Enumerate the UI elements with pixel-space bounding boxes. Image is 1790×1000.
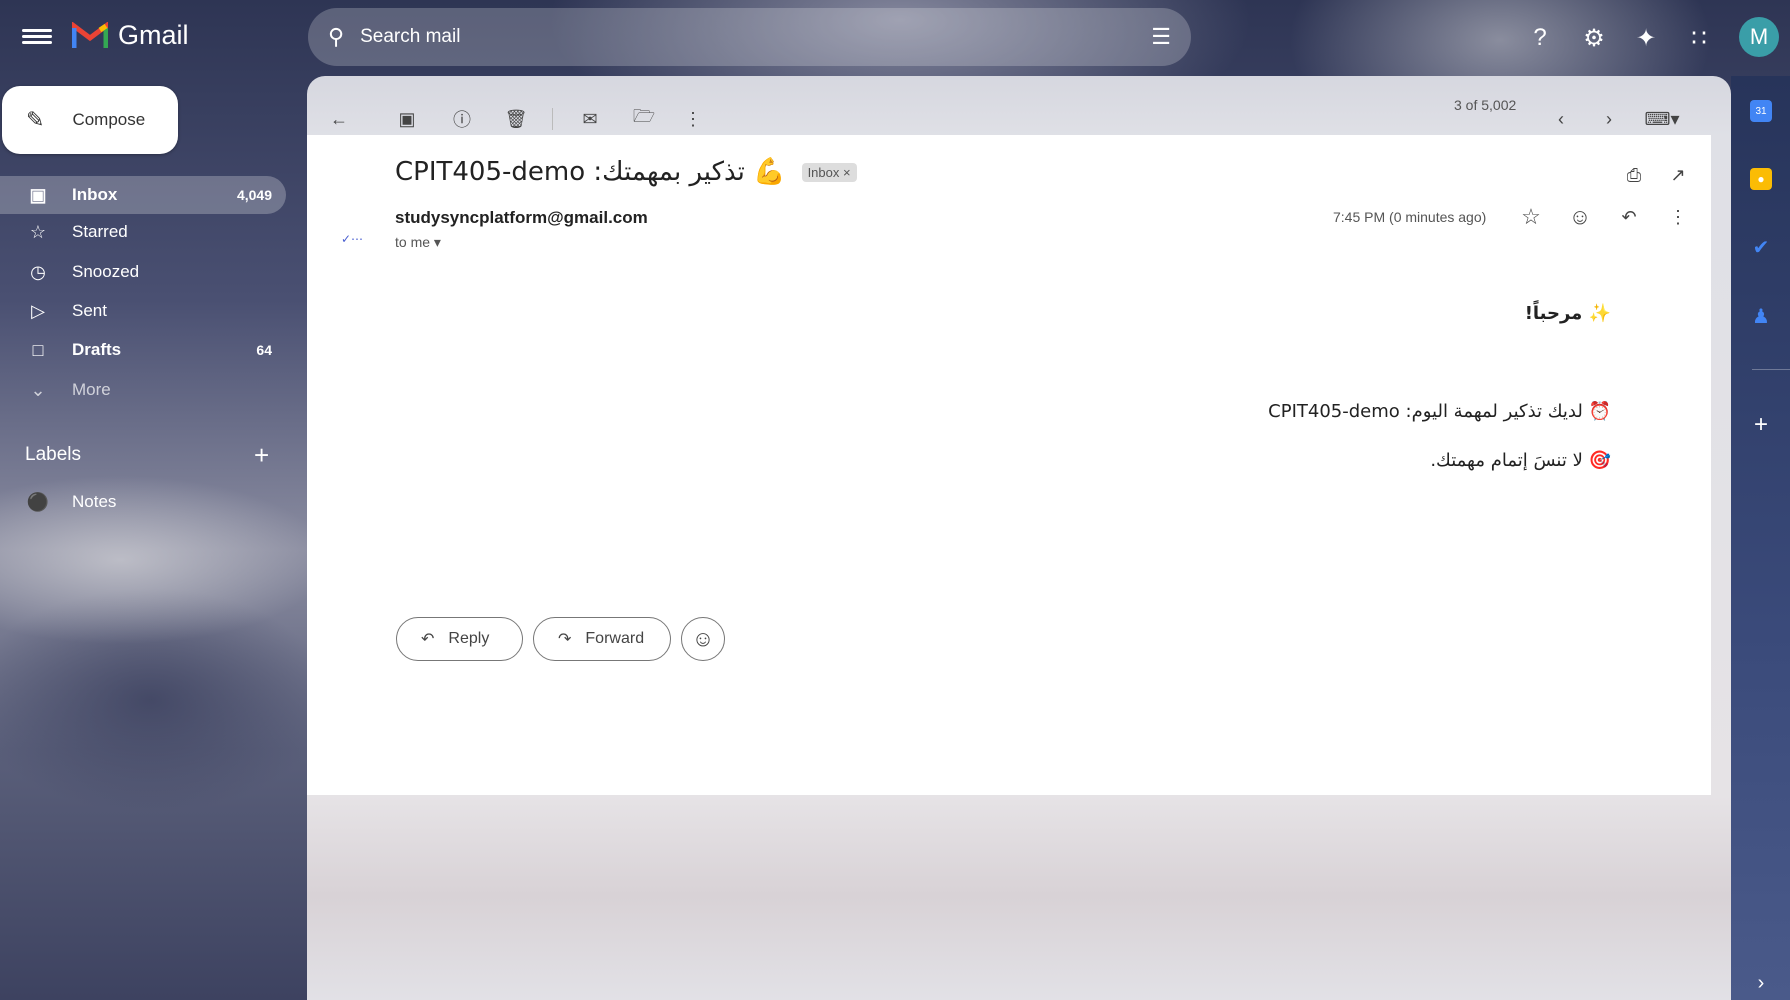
tasks-icon[interactable]: ✔ <box>1750 236 1772 259</box>
settings-gear-icon[interactable]: ⚙ <box>1578 22 1610 54</box>
sender-email[interactable]: studysyncplatform@gmail.com <box>395 208 648 228</box>
label-tag-icon: ⚫ <box>26 491 50 512</box>
email-subject: CPIT405-demo :تذكير بمهمتك 💪 <box>395 157 786 187</box>
nav-count: 4,049 <box>236 187 272 203</box>
nav-label: Sent <box>72 301 107 320</box>
show-side-panel-chevron-icon[interactable]: › <box>1750 972 1772 994</box>
emoji-reaction-button[interactable]: ☺ <box>681 617 725 661</box>
open-in-new-window-icon[interactable]: ↗ <box>1664 161 1692 189</box>
nav-label: Starred <box>72 222 128 241</box>
back-arrow-icon[interactable]: ← <box>325 105 353 133</box>
sidebar-item-inbox[interactable]: ▣ Inbox 4,049 <box>0 176 286 214</box>
chevron-down-icon: ⌄ <box>30 379 46 400</box>
body-dont-forget-line: 🎯 لا تنسَ إتمام مهمتك. <box>1430 450 1611 471</box>
main-menu-button[interactable] <box>22 26 52 48</box>
side-panel <box>1731 76 1790 1000</box>
sidebar-item-starred[interactable]: ☆ Starred <box>0 213 286 251</box>
draft-icon: □ <box>32 339 44 360</box>
sidebar-item-snoozed[interactable]: ◷ Snoozed <box>0 253 286 291</box>
delete-icon[interactable]: 🗑 <box>502 105 530 133</box>
reply-arrow-icon: ↶ <box>421 631 435 648</box>
search-bar[interactable]: ⚲ Search mail ☰ <box>308 8 1191 66</box>
toolbar-divider <box>552 108 553 130</box>
recipient-text: to me <box>395 234 431 250</box>
nav-label: Inbox <box>72 185 118 204</box>
labels-heading: Labels <box>25 444 81 465</box>
archive-icon[interactable]: ▣ <box>393 105 421 133</box>
gmail-logo[interactable]: Gmail <box>72 20 189 51</box>
inbox-label-chip[interactable]: Inbox × <box>801 162 857 182</box>
calendar-icon[interactable]: 31 <box>1750 100 1772 122</box>
inbox-icon: ▣ <box>29 184 47 205</box>
nav-label: More <box>72 380 111 399</box>
gmail-m-icon <box>72 21 108 48</box>
pencil-icon: ✎ <box>26 107 45 132</box>
star-icon: ☆ <box>29 221 47 242</box>
more-vert-icon[interactable]: ⋮ <box>1664 203 1692 231</box>
nav-count: 64 <box>256 342 272 358</box>
body-greeting: ✨ مرحباً! <box>1524 303 1611 324</box>
input-tools-keyboard-icon[interactable]: ⌨▾ <box>1642 105 1682 133</box>
newer-chevron-icon[interactable]: ‹ <box>1547 105 1575 133</box>
star-icon[interactable]: ☆ <box>1517 203 1545 231</box>
more-vert-icon[interactable]: ⋮ <box>679 105 707 133</box>
get-addons-plus-icon[interactable]: + <box>1750 411 1772 438</box>
forward-label: Forward <box>585 630 645 647</box>
email-timestamp: 7:45 PM (0 minutes ago) <box>1333 209 1487 225</box>
search-options-icon[interactable]: ☰ <box>1151 24 1171 50</box>
forward-arrow-icon: ↷ <box>558 631 572 648</box>
side-panel-divider <box>1752 369 1790 370</box>
label-item-notes[interactable]: ⚫ Notes <box>0 483 286 521</box>
add-reaction-emoji-icon[interactable]: ☺ <box>1566 203 1594 231</box>
compose-label: Compose <box>72 110 146 129</box>
search-icon[interactable]: ⚲ <box>328 24 344 50</box>
mark-unread-icon[interactable]: ✉ <box>576 105 604 133</box>
account-avatar[interactable]: M <box>1739 17 1779 57</box>
nav-label: Snoozed <box>72 262 140 281</box>
apps-grid-icon[interactable]: ∷ <box>1683 22 1715 54</box>
move-to-icon[interactable]: 🗁 <box>630 105 658 133</box>
body-reminder-line: ⏰ لديك تذكير لمهمة اليوم: CPIT405-demo <box>1268 401 1611 422</box>
sidebar-item-sent[interactable]: ▷ Sent <box>0 292 286 330</box>
recipient-details[interactable]: to me ▾ <box>395 234 441 251</box>
remove-label-icon[interactable]: × <box>843 165 851 180</box>
nav-label: Notes <box>72 492 117 511</box>
gemini-sparkle-icon[interactable]: ✦ <box>1630 22 1662 54</box>
search-input[interactable]: Search mail <box>360 26 1151 48</box>
sender-avatar-logo: ✓⋯ <box>340 232 364 246</box>
nav-label: Drafts <box>72 340 122 359</box>
email-view-panel: ← ▣ ⓘ 🗑 ✉ 🗁 ⋮ 3 of 5,002 ‹ › ⌨▾ CPIT405-… <box>307 76 1731 1000</box>
caret-down-icon: ▾ <box>433 234 441 250</box>
older-chevron-icon[interactable]: › <box>1595 105 1623 133</box>
pagination-text: 3 of 5,002 <box>1454 97 1517 113</box>
add-label-icon[interactable]: + <box>254 440 269 471</box>
app-name: Gmail <box>118 20 189 50</box>
report-spam-icon[interactable]: ⓘ <box>448 105 476 133</box>
sidebar-item-more[interactable]: ⌄ More <box>0 371 286 409</box>
forward-button[interactable]: ↷ Forward <box>533 617 671 661</box>
reply-button[interactable]: ↶ Reply <box>396 617 523 661</box>
email-content: CPIT405-demo :تذكير بمهمتك 💪 Inbox × ⎙ ↗… <box>307 135 1711 795</box>
reply-label: Reply <box>448 630 490 647</box>
sidebar-item-drafts[interactable]: □ Drafts 64 <box>0 331 286 369</box>
help-icon[interactable]: ? <box>1524 22 1556 54</box>
reply-icon[interactable]: ↶ <box>1615 203 1643 231</box>
clock-icon: ◷ <box>30 261 46 282</box>
keep-icon[interactable]: ● <box>1750 168 1772 190</box>
label-chip-text: Inbox <box>807 164 840 180</box>
contacts-icon[interactable]: ♟ <box>1750 305 1772 328</box>
send-icon: ▷ <box>31 300 45 321</box>
print-icon[interactable]: ⎙ <box>1620 161 1648 189</box>
compose-button[interactable]: ✎ Compose <box>2 86 178 154</box>
